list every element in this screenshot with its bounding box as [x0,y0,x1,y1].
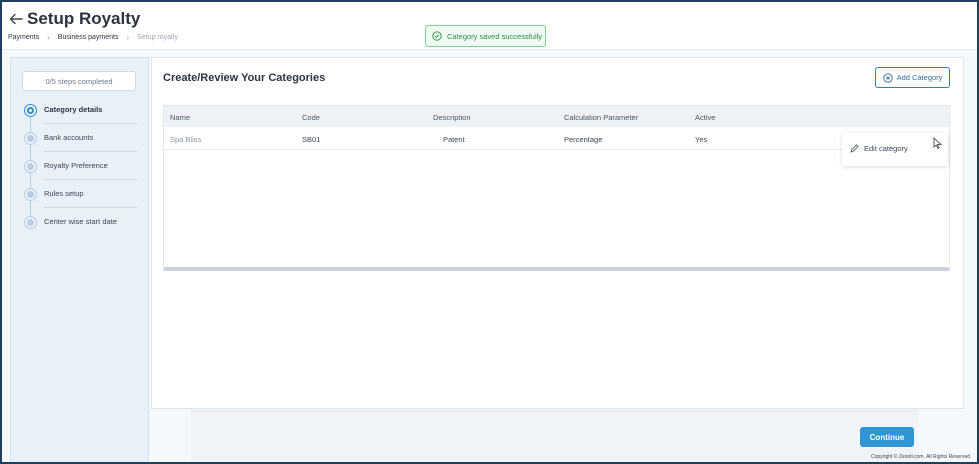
categories-table: Name Code Description Calculation Parame… [163,105,950,271]
column-header-active[interactable]: Active [695,113,715,122]
success-toast: Category saved successfully [425,25,546,47]
page-title: Setup Royalty [27,9,141,28]
step-label: Center wise start date [44,217,117,226]
step-dot-icon [25,160,36,172]
continue-button[interactable]: Continue [860,427,914,447]
step-dot-icon [25,188,36,200]
chevron-right-icon: › [47,33,50,42]
step-bank-accounts[interactable]: Bank accounts [25,124,137,152]
horizontal-scrollbar[interactable] [164,267,949,271]
step-center-wise-start-date[interactable]: Center wise start date [25,208,137,236]
column-header-calculation-parameter[interactable]: Calculation Parameter [564,113,638,122]
step-dot-icon [25,132,36,144]
page-header: Setup Royalty Payments › Business paymen… [2,2,977,50]
add-category-button[interactable]: Add Category [875,67,950,88]
toast-message: Category saved successfully [447,31,543,41]
step-active-dot-icon [25,104,36,116]
cell-active: Yes [695,135,708,144]
app-window: Setup Royalty Payments › Business paymen… [2,2,977,462]
edit-category-label: Edit category [864,144,908,153]
breadcrumb-business-payments[interactable]: Business payments [58,34,119,41]
column-header-description[interactable]: Description [433,113,471,122]
section-title: Create/Review Your Categories [163,72,326,84]
cell-code: SB01 [302,135,321,144]
add-category-label: Add Category [896,73,943,82]
cell-name: Spa Bliss [170,135,202,144]
step-label: Bank accounts [44,124,137,152]
step-label: Rules setup [44,180,137,208]
column-header-code[interactable]: Code [302,113,320,122]
check-circle-icon [432,31,442,41]
back-arrow-icon[interactable] [8,11,24,27]
step-dot-icon [25,216,36,228]
breadcrumb-payments[interactable]: Payments [8,34,39,41]
cell-calculation-parameter: Percentage [564,135,603,144]
breadcrumb: Payments › Business payments › Setup roy… [8,33,178,42]
table-header: Name Code Description Calculation Parame… [164,106,949,127]
step-rules-setup[interactable]: Rules setup [25,180,137,208]
step-label: Category details [44,96,137,124]
steps-progress: 0/5 steps completed [22,71,136,91]
plus-circle-icon [882,72,893,83]
step-label: Royalty Preference [44,152,137,180]
steps-sidebar: 0/5 steps completed Category details Ban… [10,57,149,462]
column-header-name[interactable]: Name [170,113,190,122]
footer-panel [191,410,918,462]
row-divider [164,149,949,150]
chevron-right-icon: › [126,33,130,42]
mouse-pointer-icon [933,137,942,149]
step-royalty-preference[interactable]: Royalty Preference [25,152,137,180]
step-category-details[interactable]: Category details [25,96,137,124]
categories-panel: Create/Review Your Categories Add Catego… [151,57,964,409]
copyright-text: Copyright © Zenoti.com. All Rights Reser… [871,454,971,460]
pencil-icon [850,144,859,153]
edit-category-menu-item[interactable]: Edit category [850,144,908,153]
breadcrumb-current: Setup royalty [137,34,179,41]
cell-description: Patent [443,135,465,144]
